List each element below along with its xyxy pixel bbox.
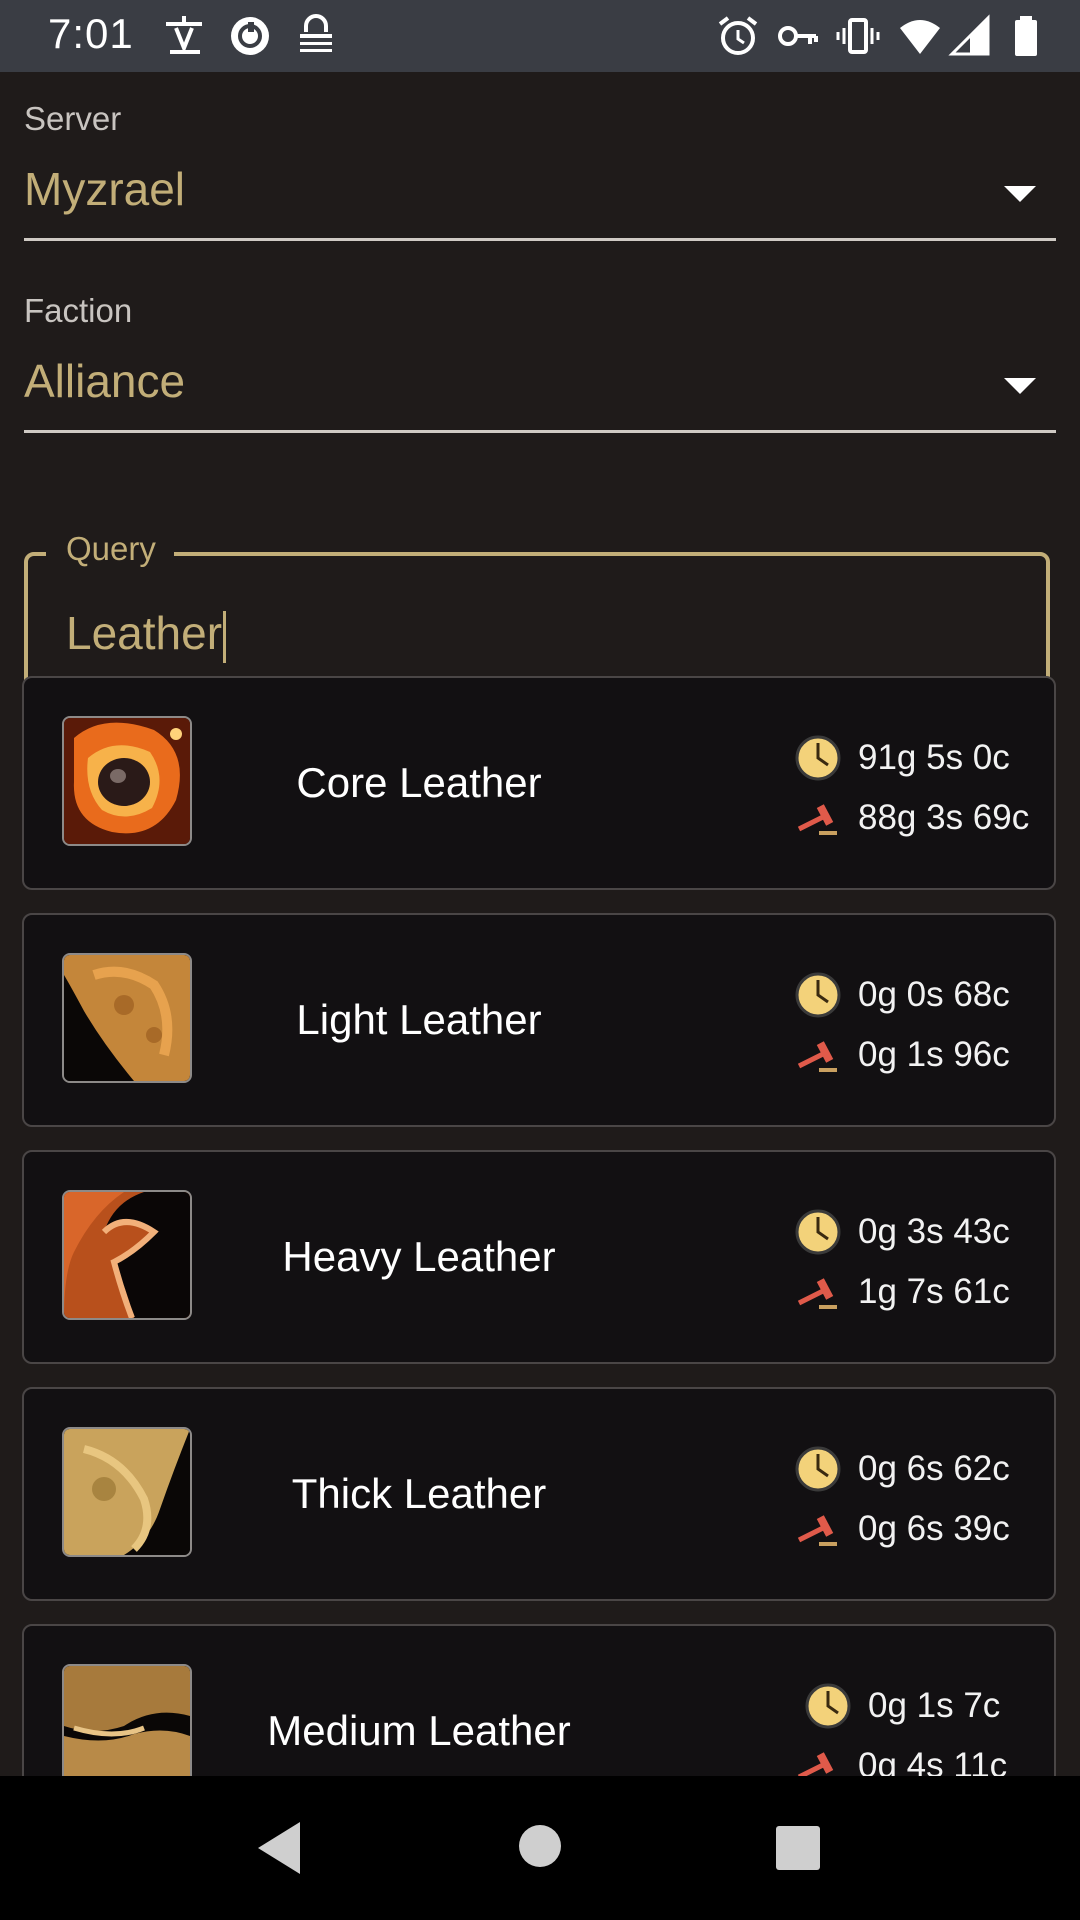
clock-icon: [794, 1208, 842, 1256]
thick-leather-icon: [62, 1427, 192, 1557]
clock-icon: [794, 1445, 842, 1493]
sync-icon: [231, 17, 269, 55]
gavel-icon: [794, 1268, 842, 1316]
vibrate-icon: [836, 18, 880, 54]
buyout-price: 0g 1s 7c: [868, 1686, 1001, 1725]
status-bar: 7:01: [0, 0, 1080, 72]
translate-icon: [166, 16, 202, 54]
server-dropdown-arrow-icon[interactable]: [1004, 186, 1036, 202]
buyout-price-row: 0g 3s 43c: [794, 1208, 1010, 1256]
gavel-icon: [794, 1031, 842, 1079]
buyout-price-row: 0g 0s 68c: [794, 971, 1010, 1019]
light-leather-icon: [62, 953, 192, 1083]
bid-price: 1g 7s 61c: [858, 1272, 1010, 1311]
faction-label: Faction: [24, 292, 133, 329]
bid-price: 0g 1s 96c: [858, 1035, 1010, 1074]
medium-leather-icon: [62, 1664, 192, 1776]
wifi-icon: [900, 20, 940, 54]
gavel-icon: [794, 794, 842, 842]
faction-underline: [24, 430, 1056, 433]
navigation-bar: [0, 1776, 1080, 1920]
clock-icon: [794, 734, 842, 782]
server-value[interactable]: Myzrael: [24, 162, 185, 216]
core-leather-icon: [62, 716, 192, 846]
clock-icon: [794, 971, 842, 1019]
server-underline: [24, 238, 1056, 241]
bid-price-row: 0g 4s 11c: [794, 1742, 1007, 1776]
item-card[interactable]: Thick Leather 0g 6s 62c 0g 6s 39c: [22, 1387, 1056, 1601]
buyout-price: 0g 0s 68c: [858, 975, 1010, 1014]
buyout-price: 0g 6s 62c: [858, 1449, 1010, 1488]
home-icon[interactable]: [518, 1824, 562, 1868]
gavel-icon: [794, 1742, 842, 1776]
server-label: Server: [24, 100, 122, 137]
buyout-price: 91g 5s 0c: [858, 738, 1010, 777]
text-cursor: [223, 610, 227, 663]
item-name: Heavy Leather: [282, 1232, 556, 1280]
bid-price-row: 0g 1s 96c: [794, 1031, 1010, 1079]
key-icon: [778, 26, 818, 46]
status-time: 7:01: [48, 10, 134, 57]
clock-icon: [804, 1682, 852, 1730]
vpn-lock-icon: [300, 14, 332, 52]
signal-icon: [948, 14, 990, 56]
main-content: Server Myzrael Faction Alliance Query Le…: [0, 72, 1080, 1776]
bid-price-row: 1g 7s 61c: [794, 1268, 1010, 1316]
gavel-icon: [794, 1505, 842, 1553]
item-card[interactable]: Light Leather 0g 0s 68c 0g 1s 96c: [22, 913, 1056, 1127]
back-icon[interactable]: [254, 1820, 304, 1876]
buyout-price: 0g 3s 43c: [858, 1212, 1010, 1251]
bid-price: 88g 3s 69c: [858, 798, 1030, 837]
bid-price-row: 0g 6s 39c: [794, 1505, 1010, 1553]
query-label: Query: [46, 530, 174, 568]
query-text[interactable]: Leather: [66, 606, 227, 663]
recents-icon[interactable]: [776, 1826, 820, 1870]
item-name: Thick Leather: [291, 1469, 547, 1517]
item-name: Light Leather: [296, 995, 542, 1043]
buyout-price-row: 0g 1s 7c: [804, 1682, 1000, 1730]
item-card[interactable]: Core Leather 91g 5s 0c 88g 3s 69c: [22, 676, 1056, 890]
bid-price-row: 88g 3s 69c: [794, 794, 1029, 842]
faction-dropdown-arrow-icon[interactable]: [1004, 378, 1036, 394]
item-card[interactable]: Heavy Leather 0g 3s 43c 1g 7s 61c: [22, 1150, 1056, 1364]
bid-price: 0g 6s 39c: [858, 1509, 1010, 1548]
battery-icon: [1015, 16, 1037, 56]
item-card[interactable]: Medium Leather 0g 1s 7c 0g 4s 11c: [22, 1624, 1056, 1776]
buyout-price-row: 91g 5s 0c: [794, 734, 1010, 782]
bid-price: 0g 4s 11c: [858, 1746, 1008, 1776]
query-value: Leather: [66, 607, 223, 659]
item-name: Medium Leather: [267, 1706, 571, 1754]
heavy-leather-icon: [62, 1190, 192, 1320]
faction-value[interactable]: Alliance: [24, 354, 185, 408]
alarm-icon: [718, 16, 758, 55]
buyout-price-row: 0g 6s 62c: [794, 1445, 1010, 1493]
item-name: Core Leather: [296, 758, 542, 806]
